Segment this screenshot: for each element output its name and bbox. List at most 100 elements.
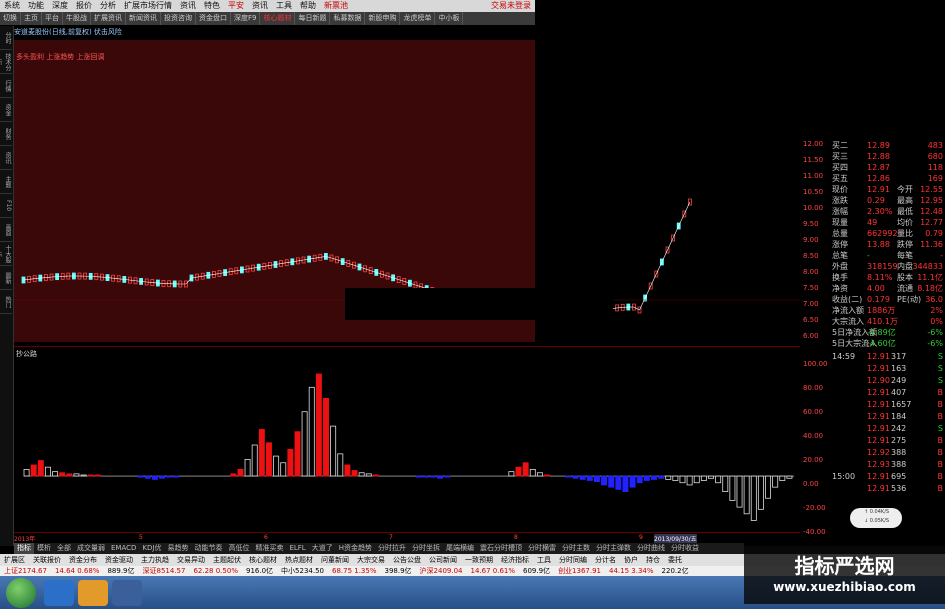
menu-item[interactable]: 资讯 <box>248 0 272 12</box>
indicator-tab[interactable]: 分时横雷 <box>525 543 559 554</box>
ticker-link[interactable]: 核心题材 <box>245 556 281 564</box>
side-tab[interactable]: 资讯 <box>0 146 12 170</box>
toolbar-item[interactable]: 新闻资讯 <box>126 12 161 25</box>
indicator-bar <box>358 472 365 477</box>
menu-extra[interactable]: 新票池 <box>320 0 352 12</box>
indicator-tab[interactable]: 尾端横编 <box>443 543 477 554</box>
indicator-chart-svg[interactable] <box>14 346 800 532</box>
price-tick: 8.50 <box>803 252 819 260</box>
ticker-link[interactable]: 分时同编 <box>555 556 591 564</box>
tick-price: 12.91 <box>867 412 890 421</box>
toolbar-item[interactable]: 投资咨询 <box>161 12 196 25</box>
side-tab[interactable]: 资金 <box>0 98 12 122</box>
indicator-tab[interactable]: 分时曲线 <box>634 543 668 554</box>
ticker-link[interactable]: 热点题材 <box>281 556 317 564</box>
indicator-tab[interactable]: 分时主数 <box>559 543 593 554</box>
indicator-tab[interactable]: ELFL <box>286 543 308 554</box>
side-tab[interactable]: 主题 <box>0 170 12 194</box>
ticker-link[interactable]: 主题起伏 <box>209 556 245 564</box>
indicator-tab[interactable]: 指标 <box>14 543 34 554</box>
ticker-link[interactable]: 资金分布 <box>65 556 101 564</box>
ticker-link[interactable]: 交易异动 <box>173 556 209 564</box>
price-tick: 9.00 <box>803 236 819 244</box>
indicator-tab[interactable]: 分时主弹数 <box>593 543 634 554</box>
ticker-link[interactable]: 协户 <box>620 556 642 564</box>
tick-volume: 388 <box>891 460 907 469</box>
indicator-bar <box>544 474 550 477</box>
ticker-link[interactable]: 资金驱动 <box>101 556 137 564</box>
app-icon[interactable] <box>112 580 142 606</box>
menu-item[interactable]: 平安 <box>224 0 248 12</box>
ticker-link[interactable]: 工具 <box>533 556 555 564</box>
folder-icon[interactable] <box>78 580 108 606</box>
toolbar-item[interactable]: 新股申购 <box>365 12 401 25</box>
toolbar-item[interactable]: 私募数据 <box>330 12 366 25</box>
ticker-link[interactable]: 经济指标 <box>497 556 533 564</box>
menu-item[interactable]: 工具 <box>272 0 296 12</box>
ie-icon[interactable] <box>44 580 74 606</box>
side-tab[interactable]: 十大股东 <box>0 242 12 266</box>
ticker-link[interactable]: 分计名 <box>591 556 620 564</box>
side-tab[interactable]: 热门 <box>0 290 12 314</box>
ticker-link[interactable]: 持仓 <box>642 556 664 564</box>
toolbar-item[interactable]: 龙虎榜单 <box>400 12 436 25</box>
trade-status[interactable]: 交易未登录 <box>487 0 535 12</box>
windows-start-icon[interactable] <box>6 578 36 608</box>
side-tab[interactable]: 技术分析 <box>0 50 12 74</box>
menu-item[interactable]: 资讯 <box>176 0 200 12</box>
toolbar-item[interactable]: 深度F9 <box>231 12 261 25</box>
ticker-link[interactable]: 扩展区 <box>0 556 29 564</box>
toolbar-item[interactable]: 平台 <box>42 12 63 25</box>
indicator-tab[interactable]: 模析 <box>34 543 54 554</box>
ticker-link[interactable]: 关联报价 <box>29 556 65 564</box>
ticker-link[interactable]: 委托 <box>664 556 686 564</box>
menu-item[interactable]: 分析 <box>96 0 120 12</box>
indicator-tab[interactable]: 成交量弱 <box>74 543 108 554</box>
toolbar-item[interactable]: 牛股战 <box>63 12 91 25</box>
ticker-link[interactable]: 公告公盘 <box>389 556 425 564</box>
toolbar-item[interactable]: 中小板 <box>435 12 464 25</box>
side-tab[interactable]: 行情 <box>0 74 12 98</box>
ticker-link[interactable]: 主力执趋 <box>137 556 173 564</box>
indicator-tab[interactable]: KDJ优 <box>139 543 164 554</box>
indicator-tab[interactable]: 精准买卖 <box>252 543 286 554</box>
toolbar-item[interactable]: 资金盘口 <box>196 12 231 25</box>
indicator-tab[interactable]: H资金趋势 <box>336 543 375 554</box>
indicator-tab[interactable]: 大道了 <box>309 543 336 554</box>
side-tab[interactable]: 分时 <box>0 26 12 50</box>
menu-item[interactable]: 特色 <box>200 0 224 12</box>
indicator-tabs[interactable]: 指标 模析 全部 成交量弱 EMACD KDJ优 易趋势 动能节奏 高低位 精准买卖 ELFL 大道了… <box>14 543 744 554</box>
toolbar-item[interactable]: 切换 <box>0 12 21 25</box>
ticker-link[interactable]: 问董新闻 <box>317 556 353 564</box>
ticker-link[interactable]: 大宗交易 <box>353 556 389 564</box>
toolbar-item[interactable]: 扩展资讯 <box>91 12 126 25</box>
menu-item[interactable]: 功能 <box>24 0 48 12</box>
toolbar-item[interactable]: 核心题材 <box>260 12 296 25</box>
indicator-tab[interactable]: EMACD <box>108 543 139 554</box>
indicator-tab[interactable]: 全部 <box>54 543 74 554</box>
ticker-link[interactable]: 一致预期 <box>461 556 497 564</box>
side-tab[interactable]: 最新 <box>0 266 12 290</box>
indicator-tab[interactable]: 震石分时槽顶 <box>477 543 525 554</box>
tick-row: 12.91 242 S <box>829 423 945 434</box>
menu-item[interactable]: 系统 <box>0 0 24 12</box>
indicator-tab[interactable]: 动能节奏 <box>191 543 225 554</box>
side-tab[interactable]: F10 <box>0 194 12 218</box>
indicator-tab[interactable]: 分时收益 <box>668 543 702 554</box>
menu-item[interactable]: 报价 <box>72 0 96 12</box>
side-tab[interactable]: 财务 <box>0 122 12 146</box>
tick-time: 14:59 <box>832 352 856 361</box>
indicator-tab[interactable]: 分时拉升 <box>375 543 409 554</box>
side-tab[interactable]: 画面 <box>0 218 12 242</box>
menu-item[interactable]: 帮助 <box>296 0 320 12</box>
indicator-tab[interactable]: 分时坐拆 <box>409 543 443 554</box>
menu-item[interactable]: 扩展市场行情 <box>120 0 176 12</box>
indicator-bar <box>579 475 586 480</box>
indicator-tab[interactable]: 高低位 <box>225 543 252 554</box>
index-value: 深证8514.57 <box>142 567 186 575</box>
menu-item[interactable]: 深度 <box>48 0 72 12</box>
toolbar-item[interactable]: 主页 <box>21 12 42 25</box>
toolbar-item[interactable]: 每日新题 <box>295 12 331 25</box>
indicator-tab[interactable]: 易趋势 <box>164 543 191 554</box>
ticker-link[interactable]: 公司新闻 <box>425 556 461 564</box>
